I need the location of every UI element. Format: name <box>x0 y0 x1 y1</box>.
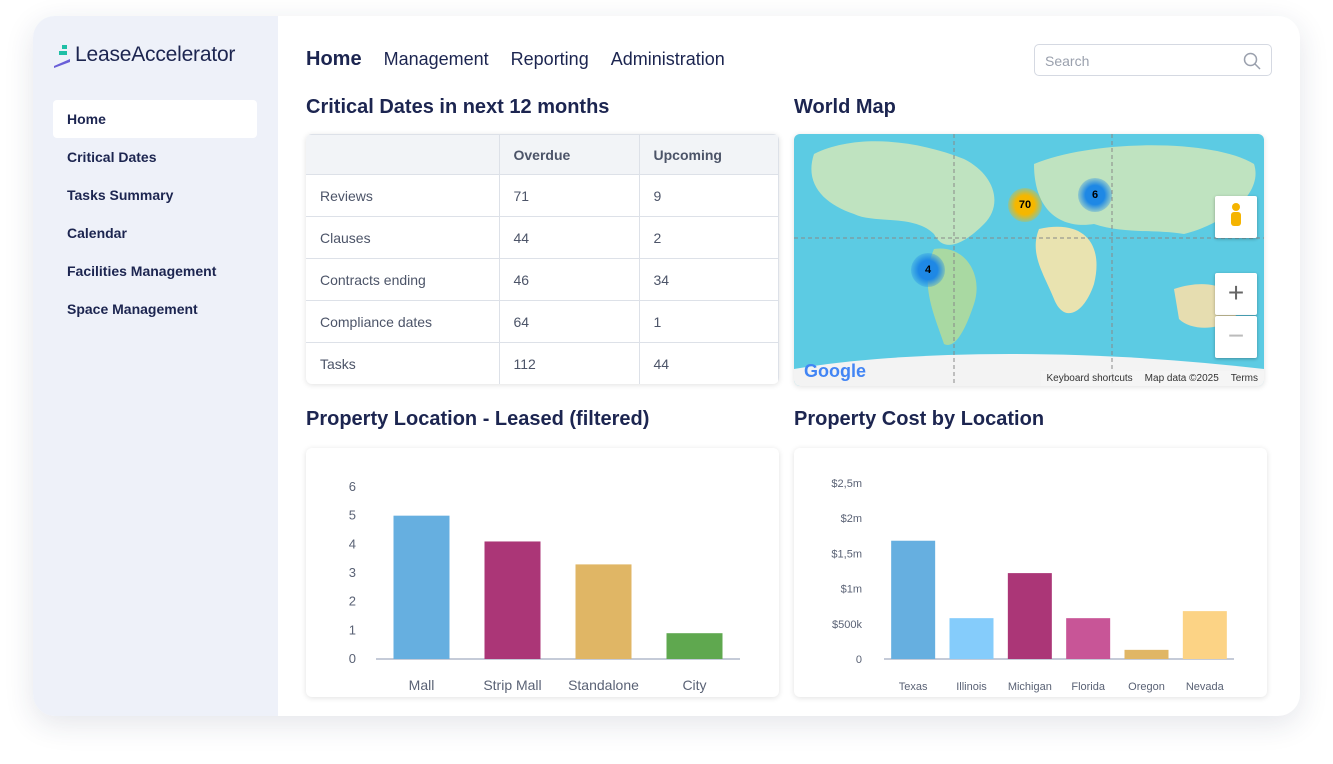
row-label: Reviews <box>306 174 500 217</box>
x-tick-label: Strip Mall <box>483 677 541 693</box>
y-tick-label: 1 <box>349 622 356 637</box>
chart1-title: Property Location - Leased (filtered) <box>306 408 650 430</box>
y-tick-label: 4 <box>349 536 356 551</box>
sidebar-item-facilities[interactable]: Facilities Management <box>53 252 257 290</box>
bar-illinois <box>949 618 994 659</box>
map-data-text: Map data ©2025 <box>1144 373 1219 384</box>
bar-strip-mall <box>484 541 541 659</box>
bar-nevada <box>1182 611 1227 659</box>
map-footer: Keyboard shortcuts Map data ©2025 Terms <box>1040 371 1264 386</box>
zoom-in-button[interactable]: + <box>1215 273 1257 315</box>
search-input[interactable]: Search <box>1034 44 1272 76</box>
x-tick-label: Nevada <box>1186 681 1225 693</box>
y-tick-label: 2 <box>349 594 356 609</box>
tab-management[interactable]: Management <box>384 49 489 70</box>
sidebar-item-calendar[interactable]: Calendar <box>53 214 257 252</box>
map-cluster[interactable]: 6 <box>1078 178 1112 212</box>
x-tick-label: Standalone <box>568 677 639 693</box>
y-tick-label: $1m <box>841 584 862 596</box>
cost-bar-chart: 0 $500k $1m $1,5m $2m $2,5m Texas Illinois Michi… <box>831 478 1234 693</box>
table-row[interactable]: Contracts ending 46 34 <box>306 258 779 301</box>
x-tick-label: Texas <box>899 681 928 693</box>
upcoming-cell: 1 <box>638 300 779 343</box>
y-tick-label: 6 <box>349 479 356 494</box>
y-tick-label: $2,5m <box>831 478 862 490</box>
street-view-pegman-icon[interactable] <box>1215 196 1257 238</box>
map-cluster[interactable]: 4 <box>911 253 945 287</box>
x-tick-label: Florida <box>1071 681 1106 693</box>
sidebar-item-space[interactable]: Space Management <box>53 290 257 328</box>
y-tick-label: 0 <box>856 654 862 666</box>
upcoming-cell: 34 <box>638 258 779 301</box>
row-label: Tasks <box>306 342 500 384</box>
critical-dates-title: Critical Dates in next 12 months <box>306 96 610 118</box>
tab-home[interactable]: Home <box>306 48 362 71</box>
google-logo: Google <box>804 361 866 381</box>
world-map[interactable]: 70 6 4 + − Google Keyboard shortcuts Map… <box>794 134 1264 386</box>
row-label: Compliance dates <box>306 300 500 343</box>
bar-michigan <box>1007 573 1052 659</box>
keyboard-shortcuts-link[interactable]: Keyboard shortcuts <box>1047 373 1133 384</box>
upcoming-cell: 9 <box>638 174 779 217</box>
overdue-cell: 112 <box>498 342 640 384</box>
zoom-out-button[interactable]: − <box>1215 316 1257 358</box>
x-tick-label: Oregon <box>1128 681 1165 693</box>
bar-texas <box>891 540 936 659</box>
y-tick-label: $2m <box>841 513 862 525</box>
logo-icon <box>54 45 70 68</box>
sidebar-nav: Home Critical Dates Tasks Summary Calend… <box>53 100 257 328</box>
map-cluster[interactable]: 70 <box>1008 188 1042 222</box>
leased-chart-card: 0 1 2 3 4 5 6 Mall Strip Mall Standalone City <box>306 448 779 697</box>
x-tick-label: Mall <box>409 677 435 693</box>
bar-mall <box>393 515 450 659</box>
header-cell <box>306 134 500 175</box>
overdue-cell: 64 <box>498 300 640 343</box>
sidebar: LeaseAccelerator Home Critical Dates Tas… <box>33 16 278 716</box>
world-map-title: World Map <box>794 96 896 118</box>
table-row[interactable]: Tasks 112 44 <box>306 342 779 384</box>
chart2-title: Property Cost by Location <box>794 408 1045 430</box>
bar-oregon <box>1124 649 1169 659</box>
sidebar-item-home[interactable]: Home <box>53 100 257 138</box>
bar-city <box>666 633 723 659</box>
y-tick-label: $1,5m <box>831 548 862 560</box>
y-tick-label: $500k <box>832 619 862 631</box>
overdue-cell: 71 <box>498 174 640 217</box>
x-tick-label: Illinois <box>956 681 987 693</box>
y-tick-label: 3 <box>349 565 356 580</box>
tab-reporting[interactable]: Reporting <box>511 49 589 70</box>
top-nav: Home Management Reporting Administration <box>306 48 725 71</box>
header-overdue: Overdue <box>498 134 640 175</box>
upcoming-cell: 44 <box>638 342 779 384</box>
x-tick-label: City <box>682 677 706 693</box>
header-upcoming: Upcoming <box>638 134 779 175</box>
terms-link[interactable]: Terms <box>1231 373 1258 384</box>
brand-name: LeaseAccelerator <box>75 43 236 66</box>
row-label: Clauses <box>306 216 500 259</box>
cost-chart-card: 0 $500k $1m $1,5m $2m $2,5m Texas Illinois Michi… <box>794 448 1267 697</box>
upcoming-cell: 2 <box>638 216 779 259</box>
sidebar-item-tasks-summary[interactable]: Tasks Summary <box>53 176 257 214</box>
leased-bar-chart: 0 1 2 3 4 5 6 Mall Strip Mall Standalone City <box>349 479 740 693</box>
y-tick-label: 5 <box>349 508 356 523</box>
table-row[interactable]: Compliance dates 64 1 <box>306 300 779 343</box>
app-window: LeaseAccelerator Home Critical Dates Tas… <box>33 16 1300 716</box>
search-icon <box>1243 52 1261 70</box>
logo: LeaseAccelerator <box>53 42 235 68</box>
map-land <box>794 134 1264 386</box>
tab-administration[interactable]: Administration <box>611 49 725 70</box>
search-placeholder: Search <box>1045 53 1090 69</box>
bar-standalone <box>575 564 632 659</box>
bar-florida <box>1066 618 1111 659</box>
table-row[interactable]: Clauses 44 2 <box>306 216 779 259</box>
row-label: Contracts ending <box>306 258 500 301</box>
overdue-cell: 44 <box>498 216 640 259</box>
critical-dates-table: Overdue Upcoming Reviews 71 9 Clauses 44 2 Cont… <box>306 134 779 384</box>
x-tick-label: Michigan <box>1008 681 1052 693</box>
sidebar-item-critical-dates[interactable]: Critical Dates <box>53 138 257 176</box>
table-row[interactable]: Reviews 71 9 <box>306 174 779 217</box>
y-tick-label: 0 <box>349 651 356 666</box>
overdue-cell: 46 <box>498 258 640 301</box>
